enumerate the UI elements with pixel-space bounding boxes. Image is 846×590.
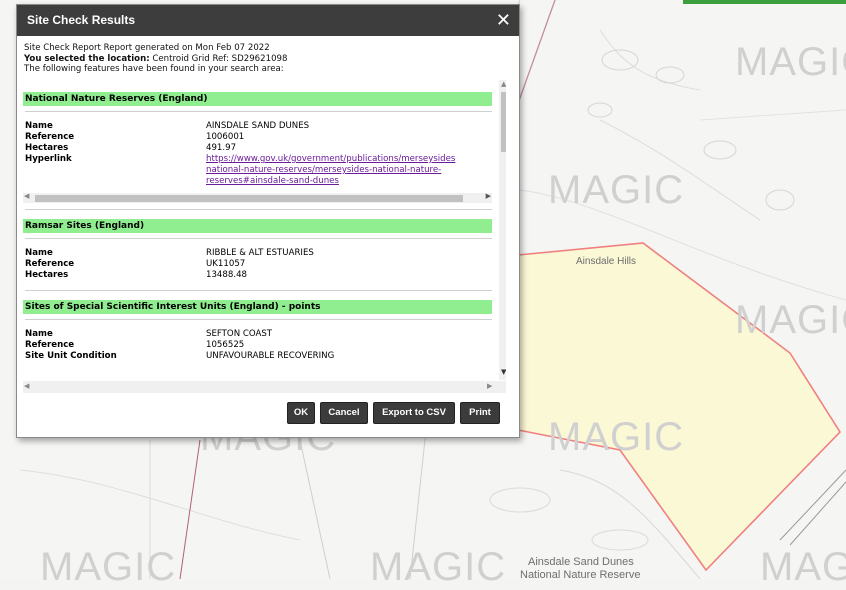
map-label-dunes-line2: National Nature Reserve (520, 569, 641, 581)
table-row: Site Unit Condition UNFAVOURABLE RECOVERI… (25, 351, 334, 362)
attr-key: Name (25, 121, 53, 131)
table-row: Hectares 491.97 (25, 143, 455, 154)
hyperlink-line2: national-nature-reserves/merseysides-nat… (206, 165, 442, 175)
print-button[interactable]: Print (460, 402, 500, 424)
dialog-title-bar[interactable]: Site Check Results ✕ (17, 5, 519, 36)
magic-watermark: MAGIC (735, 298, 846, 342)
table-row: Reference UK11057 (25, 259, 314, 270)
divider (25, 319, 492, 320)
section-header-sssi: Sites of Special Scientific Interest Uni… (23, 300, 492, 314)
dialog-title: Site Check Results (27, 13, 136, 27)
attr-value: https://www.gov.uk/government/publicatio… (206, 154, 455, 187)
map-label-dunes-line1: Ainsdale Sand Dunes (528, 556, 634, 568)
magic-watermark: MAGIC (370, 545, 507, 589)
section-header-ramsar: Ramsar Sites (England) (23, 219, 492, 233)
vertical-scroll-thumb[interactable] (501, 92, 506, 152)
horizontal-scroll-thumb[interactable] (35, 195, 463, 202)
table-row: Name RIBBLE & ALT ESTUARIES (25, 248, 314, 259)
attr-value: 491.97 (206, 143, 237, 153)
attr-key: Name (25, 329, 53, 339)
attr-value: AINSDALE SAND DUNES (206, 121, 310, 131)
site-check-dialog: Site Check Results ✕ Site Check Report R… (16, 4, 520, 438)
attr-value: UNFAVOURABLE RECOVERING (206, 351, 335, 361)
scroll-down-icon[interactable]: ▼ (501, 368, 506, 376)
table-row: Name AINSDALE SAND DUNES (25, 121, 455, 132)
features-found-line: The following features have been found i… (24, 64, 284, 74)
bottom-horizontal-scrollbar[interactable]: ◀ ▶ (23, 381, 506, 393)
vertical-scrollbar[interactable]: ▲ ▼ (499, 80, 506, 380)
table-row: Name SEFTON COAST (25, 329, 334, 340)
report-intro: Site Check Report Report generated on Mo… (17, 36, 519, 75)
map-label-ainsdale-hills: Ainsdale Hills (576, 256, 637, 267)
close-icon[interactable]: ✕ (496, 5, 511, 36)
attr-key: Site Unit Condition (25, 351, 117, 361)
magic-watermark: MAGIC (760, 545, 846, 589)
nnr-hyperlink[interactable]: https://www.gov.uk/government/publicatio… (206, 154, 455, 186)
location-value: Centroid Grid Ref: SD29621098 (152, 53, 288, 64)
hyperlink-line1: https://www.gov.uk/government/publicatio… (206, 154, 456, 164)
attr-key: Reference (25, 340, 75, 350)
attr-value: 1056525 (206, 340, 245, 350)
divider (25, 209, 492, 210)
attr-value: 1006001 (206, 132, 245, 142)
scroll-left-icon[interactable]: ◀ (24, 192, 29, 200)
magic-watermark: MAGIC (548, 168, 685, 212)
attr-value: SEFTON COAST (206, 329, 273, 339)
ramsar-attributes: Name RIBBLE & ALT ESTUARIES Reference UK11… (25, 248, 314, 281)
table-row: Reference 1056525 (25, 340, 334, 351)
attr-key: Hectares (25, 143, 69, 153)
scroll-right-icon[interactable]: ▶ (486, 192, 491, 200)
scroll-right-icon[interactable]: ▶ (487, 382, 492, 390)
attr-value: RIBBLE & ALT ESTUARIES (206, 248, 314, 258)
table-row: Reference 1006001 (25, 132, 455, 143)
attr-key: Hectares (25, 270, 69, 280)
magic-watermark: MAGIC (548, 415, 685, 459)
divider (25, 290, 492, 291)
cancel-button[interactable]: Cancel (320, 402, 368, 424)
selected-location-line: You selected the location: Centroid Grid… (24, 54, 512, 65)
ok-button[interactable]: OK (287, 402, 315, 424)
export-csv-button[interactable]: Export to CSV (373, 402, 455, 424)
results-scroll-area[interactable]: National Nature Reserves (England) Name A… (23, 80, 506, 395)
attr-key: Reference (25, 259, 75, 269)
scroll-left-icon[interactable]: ◀ (24, 382, 29, 390)
report-generated-line: Site Check Report Report generated on Mo… (24, 43, 270, 53)
nnr-attributes: Name AINSDALE SAND DUNES Reference 1006001… (25, 121, 455, 187)
divider (25, 111, 492, 112)
divider (25, 238, 492, 239)
table-row: Hectares 13488.48 (25, 270, 314, 281)
section-header-nnr: National Nature Reserves (England) (23, 92, 492, 106)
scroll-up-icon[interactable]: ▲ (501, 80, 506, 88)
attr-key: Reference (25, 132, 75, 142)
table-row: Hyperlink https://www.gov.uk/government/… (25, 154, 455, 187)
sssi-attributes: Name SEFTON COAST Reference 1056525 Site U… (25, 329, 334, 362)
attr-value: UK11057 (206, 259, 246, 269)
horizontal-scrollbar[interactable]: ◀ ▶ (23, 192, 492, 203)
magic-watermark: MAGIC (40, 545, 177, 589)
location-label: You selected the location: (24, 53, 150, 64)
attr-key: Hyperlink (25, 154, 72, 164)
attr-key: Name (25, 248, 53, 258)
magic-watermark: MAGIC (735, 40, 846, 84)
hyperlink-line3: reserves#ainsdale-sand-dunes (206, 176, 339, 186)
attr-value: 13488.48 (206, 270, 248, 280)
